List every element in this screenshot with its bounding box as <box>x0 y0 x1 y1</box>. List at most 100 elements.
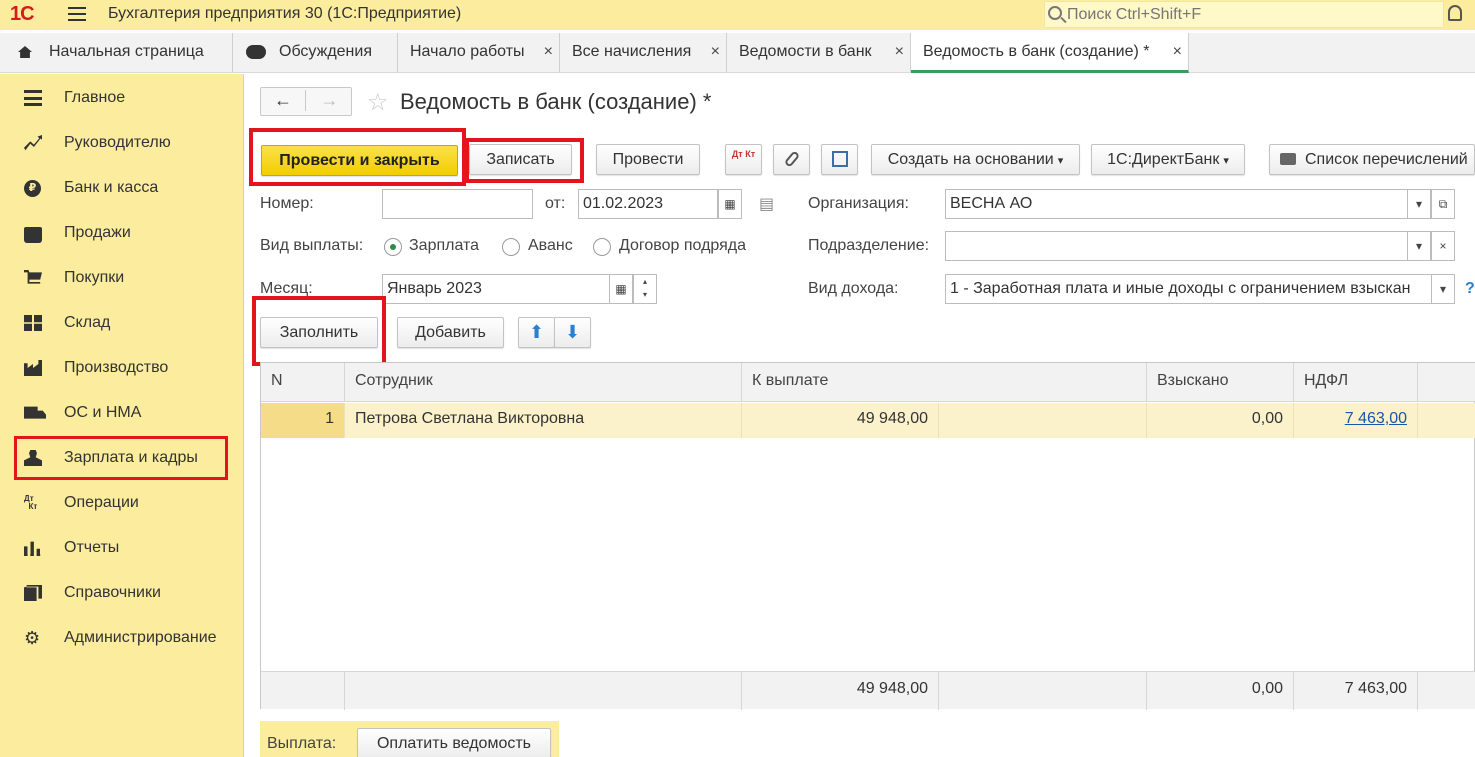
app-header: 1С Бухгалтерия предприятия 30 (1С:Предпр… <box>0 0 1475 30</box>
history-navigation: ← → <box>260 87 352 116</box>
sidebar-item-warehouse[interactable]: Склад <box>14 301 228 345</box>
chevron-down-icon[interactable]: ▾ <box>1407 231 1431 261</box>
structure-button[interactable] <box>821 144 858 175</box>
move-up-icon[interactable]: ⬆ <box>518 317 555 348</box>
tab-discussions[interactable]: Обсуждения <box>233 33 398 73</box>
sidebar-item-manager[interactable]: Руководителю <box>14 121 228 165</box>
boxes-icon <box>24 315 42 331</box>
calendar-icon[interactable]: ▦ <box>718 189 742 219</box>
withheld-cell[interactable]: 0,00 <box>1147 403 1294 438</box>
tab-bank-statement-new[interactable]: Ведомость в банк (создание) * × <box>911 33 1189 73</box>
sidebar-item-label: ОС и НМА <box>64 404 142 421</box>
sidebar-item-salary-hr[interactable]: Зарплата и кадры <box>14 436 228 480</box>
clear-icon[interactable]: × <box>1431 231 1455 261</box>
close-tab-icon[interactable]: × <box>895 43 904 61</box>
open-icon[interactable]: ⧉ <box>1431 189 1455 219</box>
tab-label: Ведомости в банк <box>739 43 872 60</box>
page-title: Ведомость в банк (создание) * <box>400 89 712 114</box>
print-transfers-button[interactable]: Список перечислений <box>1269 144 1475 175</box>
table-row[interactable]: 1 Петрова Светлана Викторовна 49 948,00 … <box>261 403 1475 438</box>
close-tab-icon[interactable]: × <box>544 43 553 61</box>
organization-label: Организация: <box>808 195 909 212</box>
payment-label: Выплата: <box>267 735 337 752</box>
button-label: 1С:ДиректБанк <box>1107 151 1220 168</box>
tab-label: Все начисления <box>572 43 692 60</box>
comment-icon[interactable]: ▤ <box>759 194 774 214</box>
column-header[interactable]: Сотрудник <box>345 363 742 402</box>
create-based-on-button[interactable]: Создать на основании ▾ <box>871 144 1080 175</box>
app-title: Бухгалтерия предприятия 30 (1С:Предприят… <box>108 5 462 22</box>
total-ndfl: 7 463,00 <box>1294 672 1418 710</box>
organization-field[interactable]: ВЕСНА АО <box>945 189 1408 219</box>
notifications-bell-icon[interactable] <box>1448 5 1462 21</box>
number-field[interactable] <box>382 189 533 219</box>
post-button[interactable]: Провести <box>596 144 700 175</box>
search-input[interactable] <box>1067 5 1437 25</box>
column-header[interactable]: НДФЛ <box>1294 363 1418 402</box>
highlight-frame <box>252 296 386 366</box>
chevron-down-icon: ▾ <box>1223 155 1229 167</box>
factory-icon <box>24 360 42 376</box>
department-field[interactable] <box>945 231 1408 261</box>
column-header[interactable]: N <box>261 363 345 402</box>
sidebar-item-label: Продажи <box>64 224 131 241</box>
income-type-field[interactable]: 1 - Заработная плата и иные доходы с огр… <box>945 274 1432 304</box>
favorite-star-icon[interactable]: ☆ <box>367 88 389 117</box>
sidebar-item-main[interactable]: Главное <box>14 76 228 120</box>
sidebar-item-operations[interactable]: Дт Кт Операции <box>14 481 228 525</box>
radio-advance[interactable] <box>502 238 520 256</box>
radio-salary-label: Зарплата <box>409 237 480 254</box>
printer-icon <box>1280 153 1296 165</box>
tab-getting-started[interactable]: Начало работы × <box>398 33 560 73</box>
employees-table: N Сотрудник К выплате Взыскано НДФЛ 1 Пе… <box>260 362 1475 710</box>
button-label: Список перечислений <box>1305 151 1468 168</box>
close-tab-icon[interactable]: × <box>711 43 720 61</box>
column-header[interactable]: К выплате <box>742 363 1147 402</box>
column-header[interactable]: Взыскано <box>1147 363 1294 402</box>
tab-all-accruals[interactable]: Все начисления × <box>560 33 727 73</box>
search-box[interactable] <box>1044 1 1444 28</box>
highlight-frame <box>249 128 466 186</box>
month-field[interactable]: Январь 2023 <box>382 274 610 304</box>
pay-statement-button[interactable]: Оплатить ведомость <box>357 728 551 757</box>
ndfl-link[interactable]: 7 463,00 <box>1345 410 1407 427</box>
to-pay-cell[interactable]: 49 948,00 <box>742 403 939 438</box>
main-menu-icon[interactable] <box>68 7 86 21</box>
move-down-icon[interactable]: ⬇ <box>554 317 591 348</box>
sidebar-item-label: Отчеты <box>64 539 120 556</box>
calendar-icon[interactable]: ▦ <box>609 274 633 304</box>
sidebar-item-label: Администрирование <box>64 629 217 646</box>
employee-cell[interactable]: Петрова Светлана Викторовна <box>345 403 742 438</box>
radio-salary[interactable] <box>384 238 402 256</box>
sidebar-item-fixed-assets[interactable]: ОС и НМА <box>14 391 228 435</box>
home-icon <box>18 46 32 58</box>
sidebar-item-sales[interactable]: Продажи <box>14 211 228 255</box>
add-button[interactable]: Добавить <box>397 317 504 348</box>
radio-contract-label: Договор подряда <box>619 237 747 254</box>
dt-kt-button[interactable]: Дт Кт <box>725 144 762 175</box>
sidebar-item-administration[interactable]: ⚙ Администрирование <box>14 616 228 660</box>
radio-contract[interactable] <box>593 238 611 256</box>
tab-bank-statements[interactable]: Ведомости в банк × <box>727 33 911 73</box>
back-arrow-icon[interactable]: ← <box>261 90 306 111</box>
chevron-down-icon[interactable]: ▾ <box>1431 274 1455 304</box>
month-stepper[interactable]: ▴ ▾ <box>633 274 657 304</box>
sidebar-item-production[interactable]: Производство <box>14 346 228 390</box>
sidebar-item-bank-cash[interactable]: ₽ Банк и касса <box>14 166 228 210</box>
table-totals: 49 948,00 0,00 7 463,00 <box>261 671 1475 710</box>
chevron-down-icon[interactable]: ▾ <box>1407 189 1431 219</box>
tab-label: Обсуждения <box>279 43 372 60</box>
sidebar-item-reports[interactable]: Отчеты <box>14 526 228 570</box>
person-icon <box>24 450 42 466</box>
ndfl-cell[interactable]: 7 463,00 <box>1294 403 1418 438</box>
help-icon[interactable]: ? <box>1465 280 1475 298</box>
direct-bank-button[interactable]: 1С:ДиректБанк ▾ <box>1091 144 1245 175</box>
sidebar-item-directories[interactable]: Справочники <box>14 571 228 615</box>
close-tab-icon[interactable]: × <box>1173 43 1182 61</box>
tab-home[interactable]: Начальная страница <box>0 33 233 73</box>
row-number: 1 <box>261 403 345 438</box>
sidebar-item-purchases[interactable]: Покупки <box>14 256 228 300</box>
attachment-button[interactable] <box>773 144 810 175</box>
date-field[interactable]: 01.02.2023 <box>578 189 718 219</box>
forward-arrow-icon[interactable]: → <box>307 90 352 111</box>
